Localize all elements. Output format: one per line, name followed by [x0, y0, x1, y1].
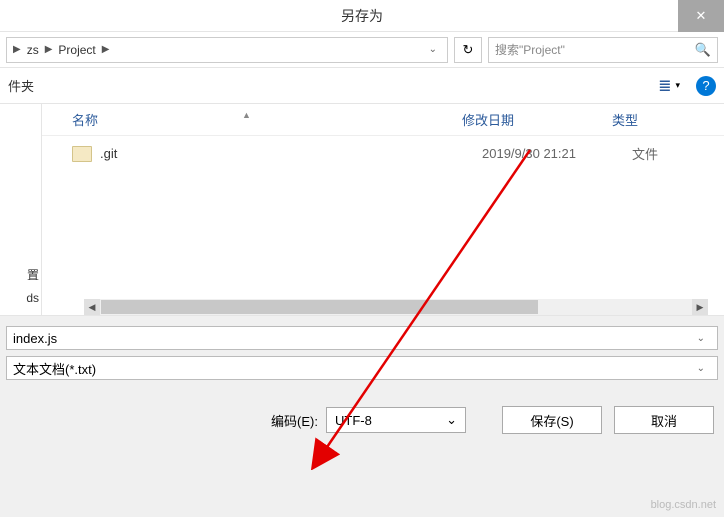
column-header-name[interactable]: 名称 ▲ [42, 110, 462, 129]
sidebar-item[interactable]: ds [2, 287, 39, 309]
file-type: 文件 [632, 144, 724, 163]
file-date: 2019/9/30 21:21 [482, 146, 632, 161]
filename-row: index.js ⌄ [6, 326, 718, 350]
chevron-right-icon: ▶ [11, 44, 23, 55]
titlebar: 另存为 ✕ [0, 0, 724, 32]
chevron-right-icon: ▶ [43, 44, 55, 55]
chevron-down-icon: ▾ [675, 80, 680, 91]
help-icon: ? [702, 78, 709, 93]
scroll-right-icon[interactable]: ▶ [692, 299, 708, 315]
content-area: 置 ds 名称 ▲ 修改日期 类型 .git 2019/9/30 21:21 文… [0, 104, 724, 316]
help-button[interactable]: ? [696, 76, 716, 96]
toolbar: 件夹 ≣ ▾ ? [0, 68, 724, 104]
file-list: 名称 ▲ 修改日期 类型 .git 2019/9/30 21:21 文件 ◀ ▶ [42, 104, 724, 315]
sort-arrow-icon: ▲ [242, 110, 251, 120]
file-name: .git [100, 146, 482, 161]
breadcrumb-item[interactable]: Project [54, 43, 99, 57]
chevron-down-icon: ⌄ [691, 333, 711, 344]
window-title: 另存为 [341, 6, 383, 26]
chevron-down-icon: ⌄ [691, 363, 711, 374]
chevron-right-icon: ▶ [100, 44, 112, 55]
sidebar: 置 ds [0, 104, 42, 315]
scroll-thumb[interactable] [101, 300, 538, 314]
close-button[interactable]: ✕ [678, 0, 724, 32]
filetype-row: 文本文档(*.txt) ⌄ [6, 356, 718, 380]
navbar: ▶ zs ▶ Project ▶ ⌄ ↻ 搜索"Project" 🔍 [0, 32, 724, 68]
list-view-icon: ≣ [658, 76, 671, 96]
file-row[interactable]: .git 2019/9/30 21:21 文件 [42, 136, 724, 171]
encoding-label: 编码(E): [271, 411, 318, 430]
close-icon: ✕ [696, 8, 707, 24]
cancel-button[interactable]: 取消 [614, 406, 714, 434]
folder-icon [72, 146, 92, 162]
toolbar-label: 件夹 [8, 76, 34, 95]
column-header-type[interactable]: 类型 [612, 110, 724, 129]
scroll-left-icon[interactable]: ◀ [84, 299, 100, 315]
refresh-icon: ↻ [463, 42, 474, 58]
horizontal-scrollbar[interactable]: ◀ ▶ [84, 299, 708, 315]
breadcrumb-item[interactable]: zs [23, 43, 43, 57]
search-icon: 🔍 [695, 42, 711, 58]
action-row: 编码(E): UTF-8 ⌄ 保存(S) 取消 [6, 406, 718, 434]
chevron-down-icon[interactable]: ⌄ [423, 44, 443, 55]
search-input[interactable]: 搜索"Project" 🔍 [488, 37, 718, 63]
refresh-button[interactable]: ↻ [454, 37, 482, 63]
search-placeholder: 搜索"Project" [495, 41, 695, 58]
filename-input[interactable]: index.js ⌄ [6, 326, 718, 350]
chevron-down-icon: ⌄ [446, 412, 457, 428]
view-mode-button[interactable]: ≣ ▾ [652, 74, 686, 98]
sidebar-item[interactable]: 置 [2, 262, 39, 287]
save-button[interactable]: 保存(S) [502, 406, 602, 434]
encoding-select[interactable]: UTF-8 ⌄ [326, 407, 466, 433]
column-header-date[interactable]: 修改日期 [462, 110, 612, 129]
address-bar[interactable]: ▶ zs ▶ Project ▶ ⌄ [6, 37, 448, 63]
watermark: blog.csdn.net [651, 499, 716, 511]
filetype-select[interactable]: 文本文档(*.txt) ⌄ [6, 356, 718, 380]
bottom-panel: index.js ⌄ 文本文档(*.txt) ⌄ 编码(E): UTF-8 ⌄ … [0, 316, 724, 448]
column-headers: 名称 ▲ 修改日期 类型 [42, 104, 724, 136]
